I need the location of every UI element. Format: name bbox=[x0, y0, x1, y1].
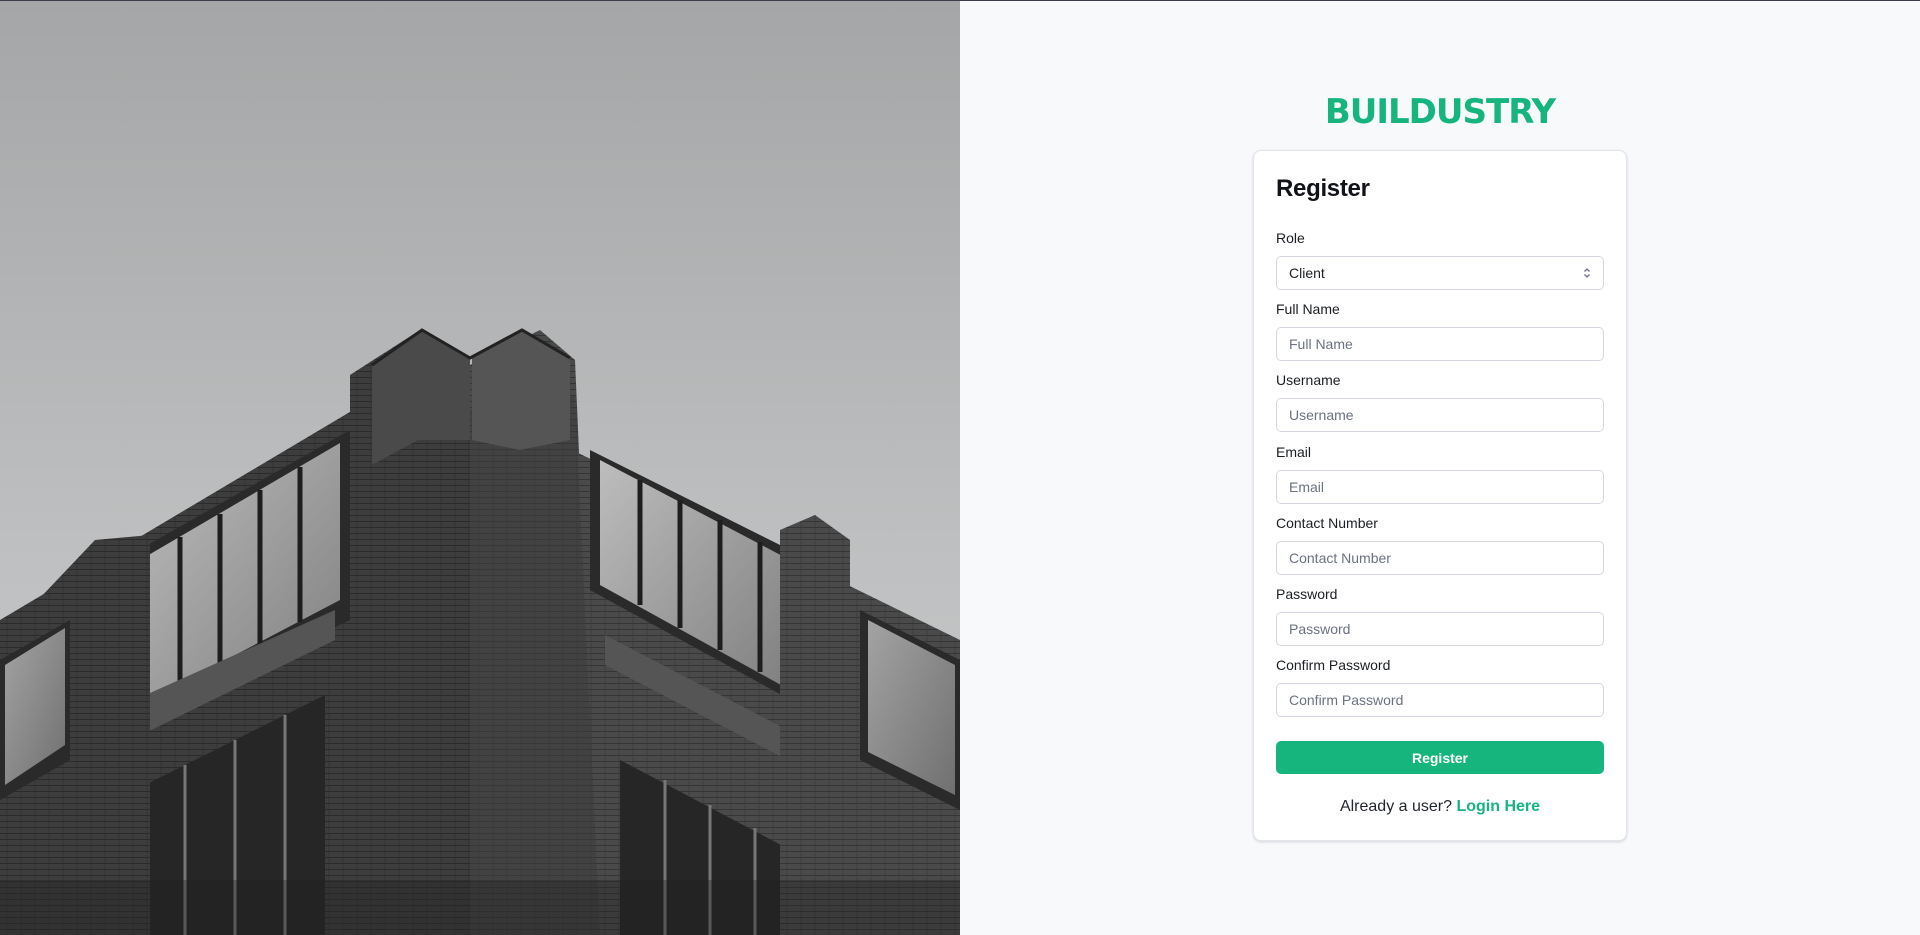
password-label: Password bbox=[1276, 586, 1338, 602]
username-input[interactable] bbox=[1276, 398, 1604, 432]
contact-number-label: Contact Number bbox=[1276, 515, 1378, 531]
register-page: BUILDUSTRY Register Role Client Full Nam… bbox=[0, 0, 1920, 935]
login-prompt: Already a user? Login Here bbox=[1254, 798, 1626, 816]
email-label: Email bbox=[1276, 444, 1312, 460]
register-button[interactable]: Register bbox=[1276, 741, 1604, 774]
full-name-input[interactable] bbox=[1276, 327, 1604, 361]
email-input[interactable] bbox=[1276, 470, 1604, 504]
role-select[interactable]: Client bbox=[1276, 256, 1604, 290]
password-input[interactable] bbox=[1276, 612, 1604, 646]
confirm-password-input[interactable] bbox=[1276, 683, 1604, 717]
login-link[interactable]: Login Here bbox=[1456, 798, 1540, 815]
brand-logo: BUILDUSTRY bbox=[1324, 92, 1556, 132]
top-border bbox=[0, 0, 1920, 1]
role-value: Client bbox=[1289, 265, 1325, 281]
building-photo bbox=[0, 0, 960, 935]
form-title: Register bbox=[1276, 175, 1370, 202]
username-label: Username bbox=[1276, 372, 1341, 388]
building-illustration bbox=[0, 328, 960, 935]
contact-number-input[interactable] bbox=[1276, 541, 1604, 575]
login-prompt-text: Already a user? bbox=[1339, 798, 1453, 815]
role-label: Role bbox=[1276, 230, 1305, 246]
chevron-up-down-icon bbox=[1583, 267, 1591, 279]
form-panel: BUILDUSTRY Register Role Client Full Nam… bbox=[960, 0, 1920, 935]
full-name-label: Full Name bbox=[1276, 301, 1340, 317]
confirm-password-label: Confirm Password bbox=[1276, 657, 1391, 673]
register-card: Register Role Client Full Name Username … bbox=[1253, 150, 1627, 841]
